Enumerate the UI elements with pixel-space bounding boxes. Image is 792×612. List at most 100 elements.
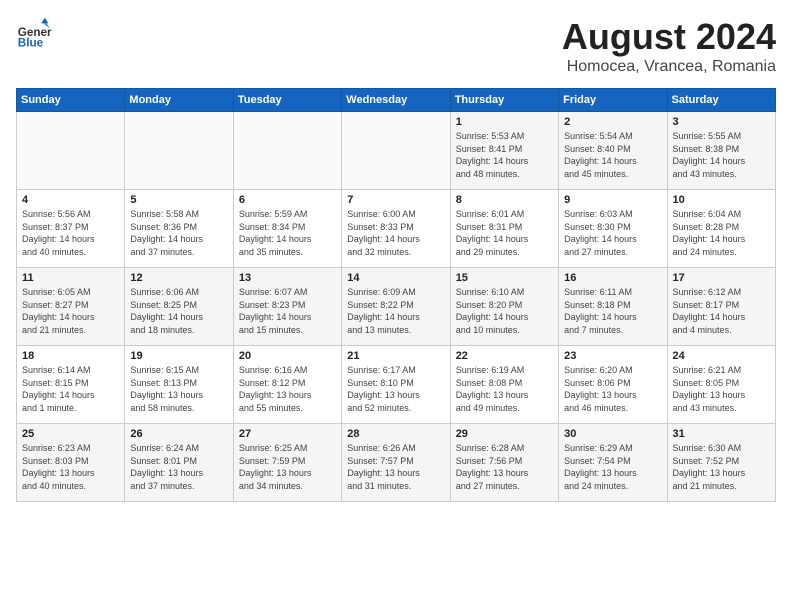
day-info: Sunrise: 5:55 AM Sunset: 8:38 PM Dayligh… (673, 130, 770, 180)
calendar-cell: 15Sunrise: 6:10 AM Sunset: 8:20 PM Dayli… (450, 268, 558, 346)
day-number: 9 (564, 194, 661, 206)
calendar-cell: 7Sunrise: 6:00 AM Sunset: 8:33 PM Daylig… (342, 190, 450, 268)
day-info: Sunrise: 6:28 AM Sunset: 7:56 PM Dayligh… (456, 442, 553, 492)
calendar-cell: 20 Sunrise: 6:16 AM Sunset: 8:12 PM Dayli… (233, 346, 341, 424)
weekday-header-sunday: Sunday (17, 89, 125, 112)
day-info: Sunrise: 5:56 AM Sunset: 8:37 PM Dayligh… (22, 208, 119, 258)
month-title: August 2024 (562, 16, 776, 58)
calendar-table: SundayMondayTuesdayWednesdayThursdayFrid… (16, 88, 776, 502)
day-info: Sunrise: 5:58 AM Sunset: 8:36 PM Dayligh… (130, 208, 227, 258)
day-info: Sunrise: 6:25 AM Sunset: 7:59 PM Dayligh… (239, 442, 336, 492)
day-number: 20 (239, 350, 336, 362)
day-number: 6 (239, 194, 336, 206)
day-number: 25 (22, 428, 119, 440)
day-info: Sunrise: 6:23 AM Sunset: 8:03 PM Dayligh… (22, 442, 119, 492)
calendar-cell: 4 Sunrise: 5:56 AM Sunset: 8:37 PM Daylig… (17, 190, 125, 268)
day-number: 8 (456, 194, 553, 206)
day-number: 28 (347, 428, 444, 440)
calendar-cell: 19Sunrise: 6:15 AM Sunset: 8:13 PM Dayli… (125, 346, 233, 424)
weekday-header-wednesday: Wednesday (342, 89, 450, 112)
calendar-cell: 5 Sunrise: 5:58 AM Sunset: 8:36 PM Daylig… (125, 190, 233, 268)
day-number: 16 (564, 272, 661, 284)
day-number: 30 (564, 428, 661, 440)
day-info: Sunrise: 6:20 AM Sunset: 8:06 PM Dayligh… (564, 364, 661, 414)
calendar-cell: 17Sunrise: 6:12 AM Sunset: 8:17 PM Dayli… (667, 268, 775, 346)
calendar-cell (17, 112, 125, 190)
day-number: 17 (673, 272, 770, 284)
day-info: Sunrise: 6:21 AM Sunset: 8:05 PM Dayligh… (673, 364, 770, 414)
day-number: 10 (673, 194, 770, 206)
day-number: 2 (564, 116, 661, 128)
day-number: 22 (456, 350, 553, 362)
calendar-cell: 28 Sunrise: 6:26 AM Sunset: 7:57 PM Dayli… (342, 424, 450, 502)
calendar-cell (233, 112, 341, 190)
day-info: Sunrise: 6:19 AM Sunset: 8:08 PM Dayligh… (456, 364, 553, 414)
day-info: Sunrise: 6:09 AM Sunset: 8:22 PM Dayligh… (347, 286, 444, 336)
day-number: 7 (347, 194, 444, 206)
day-info: Sunrise: 5:54 AM Sunset: 8:40 PM Dayligh… (564, 130, 661, 180)
calendar-cell: 13 Sunrise: 6:07 AM Sunset: 8:23 PM Dayli… (233, 268, 341, 346)
logo: General Blue (16, 16, 52, 52)
calendar-cell: 14 Sunrise: 6:09 AM Sunset: 8:22 PM Dayli… (342, 268, 450, 346)
day-info: Sunrise: 6:10 AM Sunset: 8:20 PM Dayligh… (456, 286, 553, 336)
calendar-cell: 6 Sunrise: 5:59 AM Sunset: 8:34 PM Daylig… (233, 190, 341, 268)
day-number: 29 (456, 428, 553, 440)
day-info: Sunrise: 6:26 AM Sunset: 7:57 PM Dayligh… (347, 442, 444, 492)
calendar-week-2: 4 Sunrise: 5:56 AM Sunset: 8:37 PM Daylig… (17, 190, 776, 268)
day-number: 21 (347, 350, 444, 362)
location-subtitle: Homocea, Vrancea, Romania (562, 58, 776, 76)
day-number: 4 (22, 194, 119, 206)
calendar-cell: 24 Sunrise: 6:21 AM Sunset: 8:05 PM Dayli… (667, 346, 775, 424)
logo-icon: General Blue (16, 16, 52, 52)
calendar-cell: 27Sunrise: 6:25 AM Sunset: 7:59 PM Dayli… (233, 424, 341, 502)
calendar-cell: 30 Sunrise: 6:29 AM Sunset: 7:54 PM Dayli… (559, 424, 667, 502)
calendar-cell: 3 Sunrise: 5:55 AM Sunset: 8:38 PM Daylig… (667, 112, 775, 190)
weekday-header-tuesday: Tuesday (233, 89, 341, 112)
day-number: 14 (347, 272, 444, 284)
calendar-cell: 23 Sunrise: 6:20 AM Sunset: 8:06 PM Dayli… (559, 346, 667, 424)
calendar-cell: 9 Sunrise: 6:03 AM Sunset: 8:30 PM Daylig… (559, 190, 667, 268)
weekday-header-monday: Monday (125, 89, 233, 112)
day-info: Sunrise: 6:03 AM Sunset: 8:30 PM Dayligh… (564, 208, 661, 258)
weekday-header-friday: Friday (559, 89, 667, 112)
calendar-cell: 25 Sunrise: 6:23 AM Sunset: 8:03 PM Dayli… (17, 424, 125, 502)
day-info: Sunrise: 6:29 AM Sunset: 7:54 PM Dayligh… (564, 442, 661, 492)
calendar-cell: 16 Sunrise: 6:11 AM Sunset: 8:18 PM Dayli… (559, 268, 667, 346)
day-number: 26 (130, 428, 227, 440)
day-info: Sunrise: 6:07 AM Sunset: 8:23 PM Dayligh… (239, 286, 336, 336)
day-info: Sunrise: 6:16 AM Sunset: 8:12 PM Dayligh… (239, 364, 336, 414)
day-info: Sunrise: 6:05 AM Sunset: 8:27 PM Dayligh… (22, 286, 119, 336)
day-number: 24 (673, 350, 770, 362)
page-header: General Blue August 2024 Homocea, Vrance… (16, 16, 776, 76)
day-number: 3 (673, 116, 770, 128)
calendar-week-4: 18 Sunrise: 6:14 AM Sunset: 8:15 PM Dayli… (17, 346, 776, 424)
day-number: 18 (22, 350, 119, 362)
day-info: Sunrise: 6:24 AM Sunset: 8:01 PM Dayligh… (130, 442, 227, 492)
day-number: 13 (239, 272, 336, 284)
calendar-cell: 11 Sunrise: 6:05 AM Sunset: 8:27 PM Dayli… (17, 268, 125, 346)
day-info: Sunrise: 6:30 AM Sunset: 7:52 PM Dayligh… (673, 442, 770, 492)
calendar-cell: 29 Sunrise: 6:28 AM Sunset: 7:56 PM Dayli… (450, 424, 558, 502)
calendar-week-5: 25 Sunrise: 6:23 AM Sunset: 8:03 PM Dayli… (17, 424, 776, 502)
day-number: 1 (456, 116, 553, 128)
day-info: Sunrise: 5:59 AM Sunset: 8:34 PM Dayligh… (239, 208, 336, 258)
day-info: Sunrise: 5:53 AM Sunset: 8:41 PM Dayligh… (456, 130, 553, 180)
day-info: Sunrise: 6:15 AM Sunset: 8:13 PM Dayligh… (130, 364, 227, 414)
calendar-cell: 26 Sunrise: 6:24 AM Sunset: 8:01 PM Dayli… (125, 424, 233, 502)
calendar-cell: 12Sunrise: 6:06 AM Sunset: 8:25 PM Dayli… (125, 268, 233, 346)
calendar-week-1: 1 Sunrise: 5:53 AM Sunset: 8:41 PM Daylig… (17, 112, 776, 190)
calendar-cell: 8Sunrise: 6:01 AM Sunset: 8:31 PM Daylig… (450, 190, 558, 268)
svg-text:Blue: Blue (18, 37, 44, 50)
calendar-cell: 22 Sunrise: 6:19 AM Sunset: 8:08 PM Dayli… (450, 346, 558, 424)
calendar-cell: 10Sunrise: 6:04 AM Sunset: 8:28 PM Dayli… (667, 190, 775, 268)
weekday-header-saturday: Saturday (667, 89, 775, 112)
day-number: 11 (22, 272, 119, 284)
day-info: Sunrise: 6:14 AM Sunset: 8:15 PM Dayligh… (22, 364, 119, 414)
day-info: Sunrise: 6:06 AM Sunset: 8:25 PM Dayligh… (130, 286, 227, 336)
day-number: 5 (130, 194, 227, 206)
day-number: 31 (673, 428, 770, 440)
title-block: August 2024 Homocea, Vrancea, Romania (562, 16, 776, 76)
day-info: Sunrise: 6:11 AM Sunset: 8:18 PM Dayligh… (564, 286, 661, 336)
day-number: 23 (564, 350, 661, 362)
calendar-cell: 18 Sunrise: 6:14 AM Sunset: 8:15 PM Dayli… (17, 346, 125, 424)
